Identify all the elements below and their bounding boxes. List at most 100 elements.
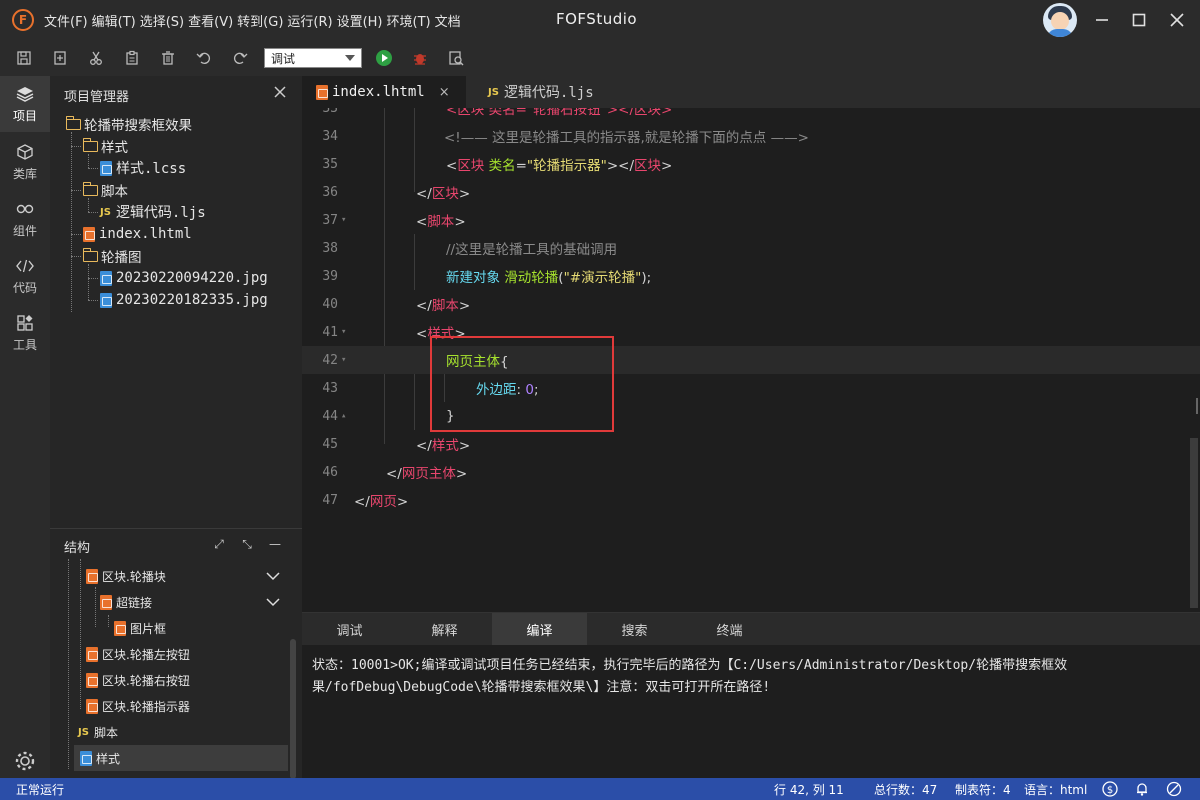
tree-root-folder[interactable]: 轮播带搜索框效果	[65, 113, 192, 135]
structure-item-selected[interactable]: 样式	[74, 745, 288, 771]
run-config-select[interactable]: 调试	[264, 48, 362, 68]
tree-file-index[interactable]: index.lhtml	[83, 223, 192, 245]
block-icon	[86, 698, 98, 714]
annotation-highlight-box	[430, 336, 614, 432]
menu-environment[interactable]: 环境(T)	[387, 11, 431, 30]
status-language[interactable]: 语言：html	[1024, 778, 1087, 800]
code-line: 37 ▾ <脚本>	[322, 212, 466, 231]
js-file-icon: JS	[488, 86, 499, 98]
html-file-icon	[83, 226, 95, 242]
delete-icon[interactable]	[150, 44, 186, 72]
menu-docs[interactable]: 文档	[435, 11, 461, 30]
title-bar: F 文件(F) 编辑(T) 选择(S) 查看(V) 转到(G) 运行(R) 设置…	[0, 0, 1200, 40]
menu-file[interactable]: 文件(F)	[44, 11, 88, 30]
bell-icon[interactable]	[1134, 778, 1150, 800]
panel-tab-terminal[interactable]: 终端	[682, 613, 777, 645]
sidebar: 项目管理器 轮播带搜索框效果 样式 样式.lcss 脚本 JS 逻辑代码.ljs…	[50, 76, 302, 779]
activity-code[interactable]: 代码	[0, 248, 50, 304]
expand-icon[interactable]: ⤢	[210, 535, 228, 553]
explorer-close-icon[interactable]	[270, 82, 290, 102]
save-icon[interactable]	[6, 44, 42, 72]
code-line: 47 </网页>	[322, 492, 409, 511]
tree-folder-scripts[interactable]: 脚本	[82, 179, 128, 201]
status-cursor-position[interactable]: 行 42, 列 11	[774, 778, 844, 800]
undo-icon[interactable]	[186, 44, 222, 72]
menu-settings[interactable]: 设置(H)	[337, 11, 383, 30]
html-file-icon	[316, 84, 328, 100]
menu-select[interactable]: 选择(S)	[140, 11, 184, 30]
image-file-icon	[100, 270, 112, 286]
tab-close-icon[interactable]: ×	[439, 85, 450, 100]
app-logo-icon: F	[12, 9, 34, 31]
maximize-icon[interactable]	[1127, 8, 1151, 32]
panel-tab-interpret[interactable]: 解释	[397, 613, 492, 645]
debug-bug-icon[interactable]	[402, 44, 438, 72]
structure-item[interactable]: 区块.轮播指示器	[86, 693, 290, 719]
structure-item[interactable]: 区块.轮播左按钮	[86, 641, 290, 667]
run-icon[interactable]	[366, 44, 402, 72]
cut-icon[interactable]	[78, 44, 114, 72]
tab-logic-ljs[interactable]: JS 逻辑代码.ljs	[474, 76, 624, 108]
tree-file-ljs[interactable]: JS 逻辑代码.ljs	[100, 201, 206, 223]
image-block-icon	[114, 620, 126, 636]
feedback-icon[interactable]	[1166, 778, 1182, 800]
panel-tab-debug[interactable]: 调试	[302, 613, 397, 645]
tree-file-image-2[interactable]: 20230220182335.jpg	[100, 289, 268, 311]
activity-tools[interactable]: 工具	[0, 305, 50, 361]
structure-item[interactable]: 图片框	[114, 615, 290, 641]
collapse-icon[interactable]: ⤡	[238, 535, 256, 553]
fold-chevron-icon[interactable]: ▾	[341, 327, 346, 337]
structure-title: 结构	[64, 541, 91, 556]
chevron-down-icon[interactable]	[264, 567, 282, 585]
activity-components[interactable]: 组件	[0, 191, 50, 247]
gear-icon[interactable]	[12, 748, 38, 774]
block-icon	[86, 568, 98, 584]
activity-library[interactable]: 类库	[0, 134, 50, 190]
app-title: FOFStudio	[556, 10, 638, 28]
tree-file-image-1[interactable]: 20230220094220.jpg	[100, 267, 268, 289]
menu-goto[interactable]: 转到(G)	[237, 11, 283, 30]
structure-item[interactable]: 超链接	[100, 589, 290, 615]
link-icon	[16, 199, 34, 219]
structure-item[interactable]: 区块.轮播块	[86, 563, 290, 589]
fold-chevron-icon[interactable]: ▾	[341, 215, 346, 225]
minimize-panel-icon[interactable]: —	[266, 535, 284, 553]
toolbar: 调试	[0, 40, 1200, 76]
paste-icon[interactable]	[114, 44, 150, 72]
user-avatar[interactable]	[1043, 3, 1077, 37]
menu-run[interactable]: 运行(R)	[287, 11, 332, 30]
chevron-down-icon[interactable]	[264, 593, 282, 611]
code-line: 46 </网页主体>	[322, 464, 468, 483]
cube-icon	[16, 142, 34, 162]
tree-file-lcss[interactable]: 样式.lcss	[100, 157, 186, 179]
minimize-icon[interactable]	[1090, 8, 1114, 32]
structure-item[interactable]: 区块.轮播右按钮	[86, 667, 290, 693]
search-file-icon[interactable]	[438, 44, 474, 72]
fold-end-icon: ▴	[341, 411, 347, 421]
dollar-icon[interactable]: $	[1102, 778, 1118, 800]
structure-panel: 结构 ⤢ ⤡ — 区块.轮播块 超链接 图片框 区块.轮播左按钮 区块.轮播右按…	[50, 528, 302, 779]
folder-icon	[82, 137, 98, 152]
close-icon[interactable]	[1165, 8, 1189, 32]
folder-icon	[65, 115, 81, 130]
panel-tab-search[interactable]: 搜索	[587, 613, 682, 645]
block-icon	[86, 646, 98, 662]
code-editor[interactable]: 33 <区块 类名="轮播右按钮"></区块> 34 <!—— 这里是轮播工具的…	[302, 108, 1200, 612]
tree-folder-images[interactable]: 轮播图	[82, 245, 142, 267]
structure-item[interactable]: JS 脚本	[78, 719, 290, 745]
tab-index-lhtml[interactable]: index.lhtml ×	[302, 76, 466, 108]
new-file-icon[interactable]	[42, 44, 78, 72]
menu-view[interactable]: 查看(V)	[188, 11, 233, 30]
code-line: 38 //这里是轮播工具的基础调用	[322, 240, 618, 259]
panel-tab-compile[interactable]: 编译	[492, 613, 587, 645]
tree-folder-styles[interactable]: 样式	[82, 135, 128, 157]
redo-icon[interactable]	[222, 44, 258, 72]
folder-icon	[82, 247, 98, 262]
activity-project[interactable]: 项目	[0, 76, 50, 132]
status-tab-size[interactable]: 制表符：4	[955, 778, 1011, 800]
menu-edit[interactable]: 编辑(T)	[92, 11, 136, 30]
editor-scrollbar[interactable]	[1190, 438, 1198, 608]
block-icon	[86, 672, 98, 688]
fold-chevron-icon[interactable]: ▾	[341, 355, 346, 365]
structure-scrollbar[interactable]	[290, 639, 296, 779]
